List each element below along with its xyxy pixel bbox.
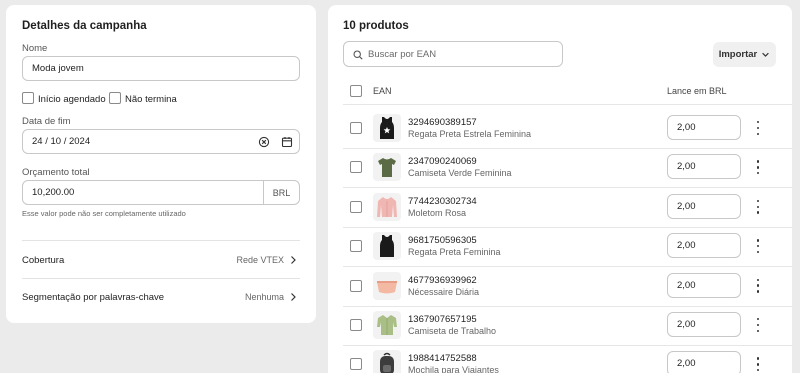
budget-label: Orçamento total (22, 167, 90, 178)
import-button[interactable]: Importar (713, 42, 776, 67)
products-title: 10 produtos (343, 20, 409, 32)
bid-input[interactable]: 2,00 (667, 233, 741, 259)
product-ean: 4677936939962 (408, 274, 477, 286)
backpack-icon (377, 352, 397, 373)
black-tank-star-icon (377, 116, 397, 140)
pink-hoodie-icon (375, 195, 399, 219)
green-shirt-icon (375, 313, 399, 337)
product-thumbnail (373, 232, 401, 261)
table-row[interactable]: 9681750596305 Regata Preta Feminina 2,00 (328, 227, 792, 266)
start-scheduled-label: Início agendado (38, 94, 106, 105)
pouch-icon (375, 276, 399, 296)
calendar-icon[interactable] (281, 136, 293, 148)
product-name: Mochila para Viajantes (408, 365, 499, 373)
budget-hint: Esse valor pode não ser completamente ut… (22, 209, 186, 218)
product-thumbnail (373, 114, 401, 142)
divider (22, 278, 300, 279)
budget-value: 10,200.00 (32, 187, 75, 198)
search-icon (353, 50, 363, 60)
product-ean: 1988414752588 (408, 353, 477, 365)
table-row[interactable]: 4677936939962 Nécessaire Diária 2,00 (328, 267, 792, 306)
divider (343, 104, 792, 105)
bid-input[interactable]: 2,00 (667, 351, 741, 373)
more-options-icon[interactable] (754, 199, 762, 214)
column-header-bid: Lance em BRL (667, 86, 727, 96)
bid-input[interactable]: 2,00 (667, 154, 741, 180)
row-checkbox[interactable] (350, 200, 362, 213)
no-end-label: Não termina (125, 94, 177, 105)
more-options-icon[interactable] (754, 278, 762, 293)
budget-input[interactable]: 10,200.00 BRL (22, 180, 300, 205)
product-ean: 9681750596305 (408, 235, 477, 247)
search-placeholder: Buscar por EAN (368, 48, 437, 60)
chevron-right-icon (291, 293, 296, 301)
no-end-checkbox[interactable] (109, 92, 121, 104)
table-row[interactable]: 7744230302734 Moletom Rosa 2,00 (328, 188, 792, 227)
search-input[interactable]: Buscar por EAN (343, 41, 563, 67)
more-options-icon[interactable] (754, 318, 762, 332)
more-options-icon[interactable] (754, 239, 762, 254)
product-name: Moletom Rosa (408, 207, 467, 218)
chevron-right-icon (291, 256, 296, 264)
row-checkbox[interactable] (350, 319, 362, 331)
campaign-details-title: Detalhes da campanha (22, 20, 147, 32)
more-options-icon[interactable] (754, 121, 762, 135)
column-header-ean: EAN (373, 86, 392, 96)
black-tank-icon (377, 234, 397, 258)
table-row[interactable]: 1367907657195 Camiseta de Trabalho 2,00 (328, 306, 792, 345)
coverage-value: Rede VTEX (236, 255, 284, 265)
bid-input[interactable]: 2,00 (667, 312, 741, 337)
table-row[interactable]: 2347090240069 Camiseta Verde Feminina 2,00 (328, 148, 792, 187)
bid-input[interactable]: 2,00 (667, 193, 741, 219)
coverage-label: Cobertura (22, 255, 65, 266)
product-name: Regata Preta Estrela Feminina (408, 129, 532, 139)
table-row[interactable]: 3294690389157 Regata Preta Estrela Femini… (328, 109, 792, 148)
row-checkbox[interactable] (350, 358, 362, 371)
clear-date-icon[interactable] (258, 136, 270, 148)
start-scheduled-checkbox[interactable] (22, 92, 34, 104)
product-thumbnail (373, 311, 401, 339)
product-ean: 3294690389157 (408, 117, 477, 128)
product-name: Nécessaire Diária (408, 286, 480, 297)
row-checkbox[interactable] (350, 122, 362, 134)
product-ean: 7744230302734 (408, 195, 477, 207)
divider (22, 240, 300, 241)
product-thumbnail (373, 192, 401, 221)
product-ean: 1367907657195 (408, 314, 477, 325)
row-checkbox[interactable] (350, 240, 362, 253)
end-date-value: 24 / 10 / 2024 (32, 136, 91, 147)
product-name: Camiseta Verde Feminina (408, 168, 512, 179)
chevron-down-icon (762, 52, 770, 57)
product-name: Camiseta de Trabalho (408, 326, 497, 336)
more-options-icon[interactable] (754, 357, 762, 372)
table-row[interactable]: 1988414752588 Mochila para Viajantes 2,00 (328, 345, 792, 373)
more-options-icon[interactable] (754, 160, 762, 175)
row-checkbox[interactable] (350, 279, 362, 292)
product-thumbnail (373, 350, 401, 373)
end-date-label: Data de fim (22, 116, 71, 127)
budget-currency: BRL (263, 181, 299, 204)
name-input[interactable]: Moda jovem (22, 56, 300, 81)
green-tshirt-icon (376, 156, 398, 178)
product-thumbnail (373, 271, 401, 300)
product-name: Regata Preta Feminina (408, 247, 501, 258)
products-card: 10 produtos Buscar por EAN Importar EAN … (328, 5, 792, 373)
campaign-details-card: Detalhes da campanha Nome Moda jovem Iní… (6, 5, 316, 323)
import-label: Importar (718, 49, 758, 60)
name-label: Nome (22, 43, 48, 54)
select-all-checkbox[interactable] (350, 85, 362, 97)
row-checkbox[interactable] (350, 161, 362, 174)
end-date-input[interactable]: 24 / 10 / 2024 (22, 129, 300, 154)
keyword-targeting-label: Segmentação por palavras-chave (22, 292, 165, 303)
bid-input[interactable]: 2,00 (667, 115, 741, 140)
product-thumbnail (373, 153, 401, 182)
product-ean: 2347090240069 (408, 156, 477, 168)
keyword-targeting-value: Nenhuma (244, 292, 284, 302)
bid-input[interactable]: 2,00 (667, 272, 741, 298)
